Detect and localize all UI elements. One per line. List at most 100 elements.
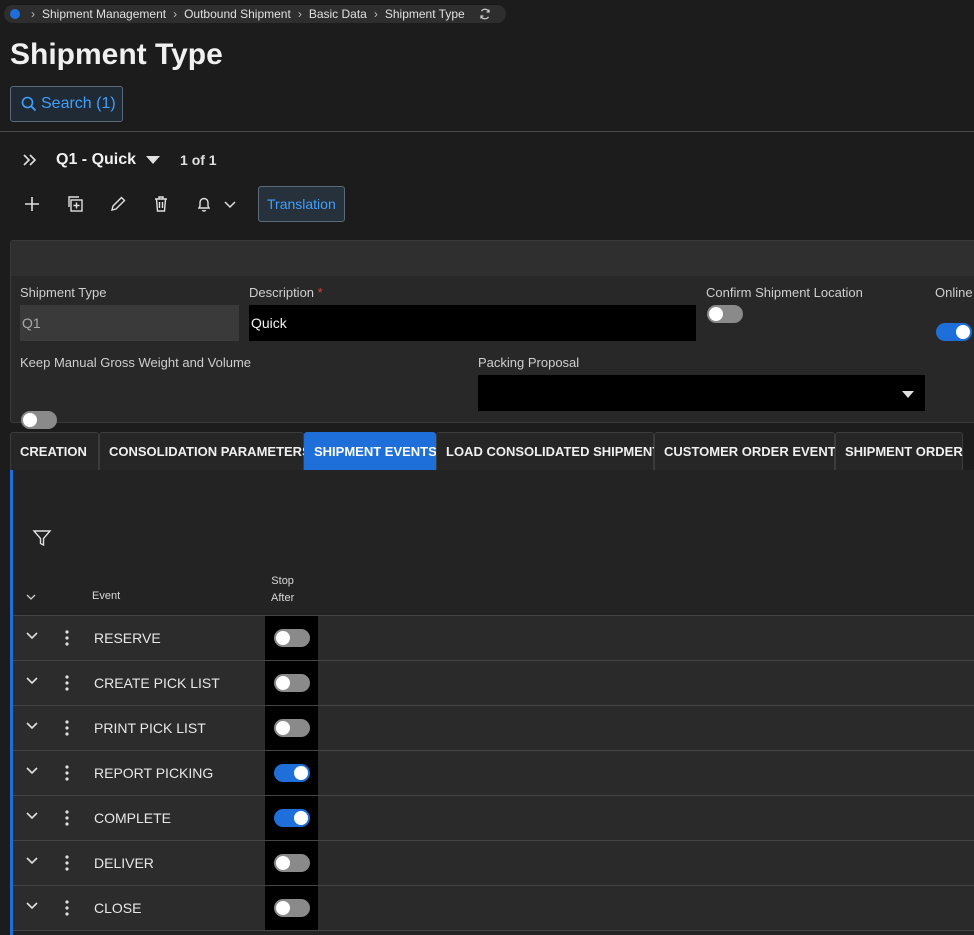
stop-after-cell bbox=[265, 661, 318, 705]
record-count: 1 of 1 bbox=[180, 152, 217, 168]
more-vertical-icon[interactable] bbox=[63, 899, 71, 917]
add-icon[interactable] bbox=[22, 194, 42, 214]
expand-row-icon[interactable] bbox=[25, 718, 39, 732]
more-vertical-icon[interactable] bbox=[63, 854, 71, 872]
search-button[interactable]: Search (1) bbox=[10, 86, 123, 122]
refresh-icon[interactable] bbox=[479, 8, 491, 20]
expand-row-icon[interactable] bbox=[25, 763, 39, 777]
event-cell: DELIVER bbox=[94, 855, 154, 871]
duplicate-icon[interactable] bbox=[65, 194, 85, 214]
more-vertical-icon[interactable] bbox=[63, 764, 71, 782]
table-row[interactable]: COMPLETE bbox=[13, 796, 974, 841]
record-name[interactable]: Q1 - Quick bbox=[56, 151, 136, 169]
stop-after-toggle[interactable] bbox=[273, 899, 310, 917]
tab-customer-order-events[interactable]: CUSTOMER ORDER EVENTS bbox=[654, 432, 844, 470]
event-cell: REPORT PICKING bbox=[94, 765, 214, 781]
table-row[interactable]: PRINT PICK LIST bbox=[13, 706, 974, 751]
stop-after-cell bbox=[265, 751, 318, 795]
stop-after-cell bbox=[265, 616, 318, 660]
collapse-all-icon[interactable] bbox=[25, 592, 37, 602]
record-selector: Q1 - Quick 1 of 1 bbox=[22, 148, 217, 172]
stop-after-cell bbox=[265, 841, 318, 885]
expand-row-icon[interactable] bbox=[25, 808, 39, 822]
stop-after-toggle[interactable] bbox=[273, 719, 310, 737]
search-button-label: Search (1) bbox=[41, 95, 116, 112]
table-row[interactable]: REPORT PICKING bbox=[13, 751, 974, 796]
record-toolbar: Translation bbox=[22, 186, 345, 222]
tab-shipment-events[interactable]: SHIPMENT EVENTS bbox=[304, 432, 437, 470]
confirm-shipment-location-label: Confirm Shipment Location bbox=[706, 285, 863, 300]
search-icon bbox=[21, 96, 37, 112]
table-row[interactable]: DELIVER bbox=[13, 841, 974, 886]
keep-manual-gross-weight-toggle[interactable] bbox=[21, 411, 57, 429]
more-vertical-icon[interactable] bbox=[63, 809, 71, 827]
breadcrumb-item-shipment-management[interactable]: Shipment Management bbox=[42, 7, 166, 21]
table-row[interactable]: RESERVE bbox=[13, 616, 974, 661]
stop-after-toggle[interactable] bbox=[273, 629, 310, 647]
page-title: Shipment Type bbox=[10, 38, 223, 71]
tab-bar: CREATION CONSOLIDATION PARAMETERS SHIPME… bbox=[10, 432, 963, 470]
tab-shipment-order[interactable]: SHIPMENT ORDER bbox=[835, 432, 963, 470]
shipment-type-label: Shipment Type bbox=[20, 285, 107, 300]
confirm-shipment-location-toggle[interactable] bbox=[707, 305, 743, 323]
event-cell: COMPLETE bbox=[94, 810, 172, 826]
event-cell: RESERVE bbox=[94, 630, 161, 646]
chevron-right-icon: › bbox=[31, 7, 35, 21]
breadcrumb: › Shipment Management › Outbound Shipmen… bbox=[4, 5, 506, 23]
delete-icon[interactable] bbox=[151, 194, 171, 214]
tab-consolidation-parameters[interactable]: CONSOLIDATION PARAMETERS bbox=[99, 432, 311, 470]
stop-after-cell bbox=[265, 706, 318, 750]
caret-down-icon bbox=[902, 391, 914, 398]
more-vertical-icon[interactable] bbox=[63, 674, 71, 692]
expand-row-icon[interactable] bbox=[25, 898, 39, 912]
more-vertical-icon[interactable] bbox=[63, 629, 71, 647]
event-cell: PRINT PICK LIST bbox=[94, 720, 206, 736]
stop-after-cell bbox=[265, 886, 318, 930]
keep-manual-gross-weight-label: Keep Manual Gross Weight and Volume bbox=[20, 355, 252, 370]
stop-after-cell bbox=[265, 796, 318, 840]
double-chevron-right-icon[interactable] bbox=[22, 153, 38, 167]
tab-creation[interactable]: CREATION bbox=[10, 432, 99, 470]
tab-load-consolidated-shipment[interactable]: LOAD CONSOLIDATED SHIPMENT bbox=[436, 432, 660, 470]
event-cell: CLOSE bbox=[94, 900, 142, 916]
grid-header: Event Stop After bbox=[13, 566, 974, 616]
translation-button[interactable]: Translation bbox=[258, 186, 345, 222]
chevron-down-icon[interactable] bbox=[220, 194, 240, 214]
expand-row-icon[interactable] bbox=[25, 673, 39, 687]
chevron-right-icon: › bbox=[173, 7, 178, 21]
expand-row-icon[interactable] bbox=[25, 628, 39, 642]
home-icon[interactable] bbox=[10, 9, 20, 19]
breadcrumb-item-basic-data[interactable]: Basic Data bbox=[309, 7, 367, 21]
stop-after-toggle[interactable] bbox=[273, 674, 310, 692]
breadcrumb-item-outbound-shipment[interactable]: Outbound Shipment bbox=[184, 7, 291, 21]
stop-after-toggle[interactable] bbox=[273, 809, 310, 827]
breadcrumb-item-shipment-type: Shipment Type bbox=[384, 7, 465, 21]
description-label-text: Description bbox=[249, 285, 315, 300]
column-header-stop-after-line2: After bbox=[271, 592, 295, 604]
bell-icon[interactable] bbox=[194, 194, 214, 214]
shipment-type-field: Q1 bbox=[20, 305, 239, 341]
event-cell: CREATE PICK LIST bbox=[94, 675, 220, 691]
column-header-stop-after-line1: Stop bbox=[271, 575, 294, 587]
edit-icon[interactable] bbox=[108, 194, 128, 214]
divider bbox=[0, 131, 974, 132]
column-header-stop-after[interactable]: Stop After bbox=[271, 573, 294, 607]
packing-proposal-label: Packing Proposal bbox=[478, 355, 580, 370]
column-header-event[interactable]: Event bbox=[92, 590, 120, 602]
required-marker: * bbox=[317, 285, 323, 300]
chevron-right-icon: › bbox=[373, 7, 378, 21]
description-field[interactable]: Quick bbox=[249, 305, 696, 341]
more-vertical-icon[interactable] bbox=[63, 719, 71, 737]
description-label: Description * bbox=[249, 285, 323, 300]
table-row[interactable]: CREATE PICK LIST bbox=[13, 661, 974, 706]
stop-after-toggle[interactable] bbox=[273, 854, 310, 872]
chevron-right-icon: › bbox=[297, 7, 302, 21]
form-header bbox=[11, 241, 974, 276]
filter-icon[interactable] bbox=[32, 528, 52, 548]
table-row[interactable]: CLOSE bbox=[13, 886, 974, 931]
caret-down-icon[interactable] bbox=[146, 156, 161, 164]
expand-row-icon[interactable] bbox=[25, 853, 39, 867]
stop-after-toggle[interactable] bbox=[273, 764, 310, 782]
packing-proposal-select[interactable] bbox=[478, 375, 925, 411]
online-toggle[interactable] bbox=[936, 323, 972, 341]
